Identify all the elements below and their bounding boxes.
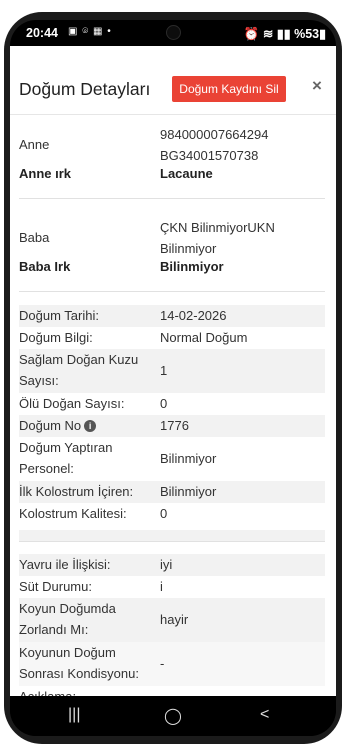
saglam-kuzu-value: 1 [160,363,168,378]
screen: 20:44 ▣ ⌾ ▦ • ⏰ ≋ ▮▮ %53▮ Doğum Detaylar… [10,20,336,736]
anne-irk-row: Anne ırk Lacaune [19,163,325,185]
dogum-bilgi-row: Doğum Bilgi: Normal Doğum [19,327,325,349]
stripe [19,530,325,541]
recents-icon[interactable]: ||| [68,706,80,724]
kolostrum-kalite-label: Kolostrum Kalitesi: [19,506,127,521]
dogum-tarihi-label: Doğum Tarihi: [19,308,99,323]
baba-label: Baba [19,230,50,245]
dogum-no-row: Doğum No i 1776 [19,415,325,437]
yavru-iliski-value: iyi [160,557,173,572]
zorlandi-value: hayir [160,612,189,627]
baba-value-line1: ÇKN BilinmiyorUKN [160,220,275,235]
personel-label-line1: Doğum Yaptıran [19,440,113,455]
saglam-kuzu-label-line2: Sayısı: [19,373,59,388]
android-nav-bar: ||| ◯ < [10,696,336,736]
baba-irk-row: Baba Irk Bilinmiyor [19,256,325,278]
status-time: 20:44 [26,26,58,40]
kolostrum-kalite-value: 0 [160,506,168,521]
anne-row: Anne 984000007664294 BG34001570738 [19,124,325,166]
status-bar: 20:44 ▣ ⌾ ▦ • ⏰ ≋ ▮▮ %53▮ [10,20,336,46]
saglam-kuzu-row: Sağlam Doğan Kuzu Sayısı: 1 [19,349,325,393]
dogum-no-label-text: Doğum No [19,418,82,433]
close-icon[interactable]: × [312,76,322,96]
kondisyon-label-line1: Koyunun Doğum [19,645,116,660]
zorlandi-row: Koyun Doğumda Zorlandı Mı: hayir [19,598,325,642]
modal-title: Doğum Detayları [19,79,151,99]
kolostrum-iceren-label: İlk Kolostrum İçiren: [19,484,134,499]
dogum-tarihi-row: Doğum Tarihi: 14-02-2026 [19,305,325,327]
baba-row: Baba ÇKN BilinmiyorUKN Bilinmiyor [19,217,325,259]
kolostrum-iceren-value: Bilinmiyor [160,484,217,499]
kolostrum-iceren-row: İlk Kolostrum İçiren: Bilinmiyor [19,481,325,503]
sut-durumu-row: Süt Durumu: i [19,576,325,598]
modal-header: Doğum Detayları Doğum Kaydını Sil × [10,46,336,115]
personel-label-line2: Personel: [19,461,74,476]
olu-dogan-row: Ölü Doğan Sayısı: 0 [19,393,325,415]
personel-row: Doğum Yaptıran Personel: Bilinmiyor [19,437,325,481]
olu-dogan-label: Ölü Doğan Sayısı: [19,396,125,411]
anne-irk-value: Lacaune [160,166,213,181]
anne-value-line1: 984000007664294 [160,127,269,142]
anne-irk-label: Anne ırk [19,166,72,181]
dogum-bilgi-value: Normal Doğum [160,330,248,345]
info-icon[interactable]: i [84,420,97,432]
divider [19,291,325,292]
yavru-iliski-row: Yavru ile İlişkisi: iyi [19,554,325,576]
kondisyon-label-line2: Sonrası Kondisyonu: [19,666,139,681]
anne-label: Anne [19,137,50,152]
sut-durumu-label: Süt Durumu: [19,579,92,594]
kondisyon-value: - [160,656,165,671]
back-icon[interactable]: < [260,706,269,724]
personel-value: Bilinmiyor [160,451,217,466]
zorlandi-label-line2: Zorlandı Mı: [19,622,89,637]
camera-hole [166,25,181,40]
home-icon[interactable]: ◯ [164,706,182,726]
kolostrum-kalite-row: Kolostrum Kalitesi: 0 [19,503,325,525]
olu-dogan-value: 0 [160,396,168,411]
divider [19,541,325,542]
zorlandi-label-line1: Koyun Doğumda [19,601,116,616]
divider [19,198,325,199]
dogum-tarihi-value: 14-02-2026 [160,308,227,323]
yavru-iliski-label: Yavru ile İlişkisi: [19,557,111,572]
system-status-icons: ⏰ ≋ ▮▮ %53▮ [243,27,326,41]
phone: 20:44 ▣ ⌾ ▦ • ⏰ ≋ ▮▮ %53▮ Doğum Detaylar… [0,0,346,750]
delete-birth-record-button[interactable]: Doğum Kaydını Sil [172,76,286,102]
kondisyon-row: Koyunun Doğum Sonrası Kondisyonu: - [19,642,325,686]
dogum-no-value: 1776 [160,418,189,433]
dogum-no-label: Doğum No i [19,415,97,436]
baba-irk-label: Baba Irk [19,259,71,274]
notification-icons: ▣ ⌾ ▦ • [68,26,112,37]
baba-irk-value: Bilinmiyor [160,259,224,274]
saglam-kuzu-label-line1: Sağlam Doğan Kuzu [19,352,139,367]
birth-details-modal: Doğum Detayları Doğum Kaydını Sil × Anne… [10,46,336,704]
sut-durumu-value: i [160,579,163,594]
dogum-bilgi-label: Doğum Bilgi: [19,330,93,345]
